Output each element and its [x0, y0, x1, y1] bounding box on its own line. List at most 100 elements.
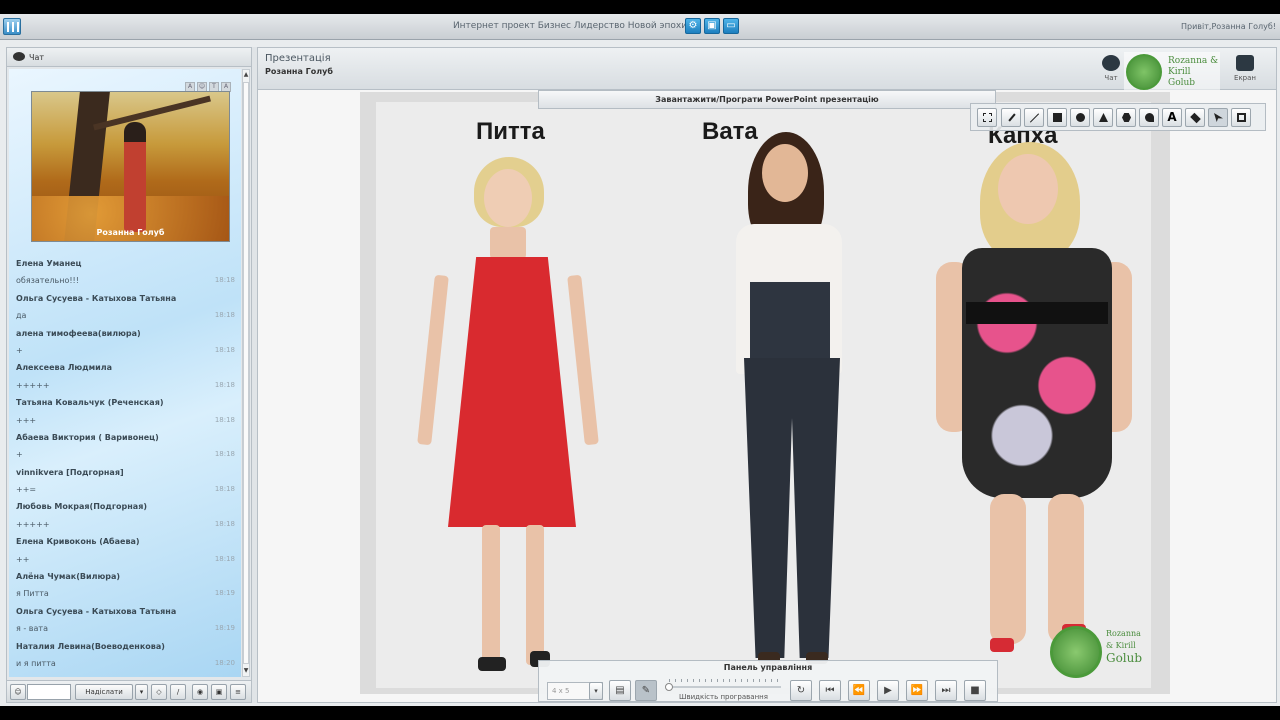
refresh-icon[interactable]: ↻ [790, 680, 812, 701]
pen-icon[interactable]: / [170, 684, 186, 700]
lock-chat-icon[interactable]: ▣ [211, 684, 227, 700]
chat-message-text: ++= [16, 485, 37, 495]
rewind-icon[interactable]: ⏪ [848, 680, 870, 701]
chat-message-author: Татьяна Ковальчук (Реченская) [16, 398, 164, 408]
chat-message-time: 18:18 [214, 311, 235, 320]
speed-slider-knob[interactable] [665, 683, 673, 691]
grid-dropdown-icon[interactable]: ▾ [589, 682, 603, 700]
brand-line2: Golub [1168, 78, 1196, 88]
brand-line1: Rozanna & Kirill [1168, 56, 1219, 77]
chat-title: Чат [29, 53, 45, 62]
chat-message: обязательно!!! 18:18 [9, 272, 241, 289]
presentation-title: Презентація [265, 53, 331, 64]
chat-message-author: Наталия Левина(Воеводенкова) [16, 641, 165, 651]
chat-message-time: 18:18 [214, 380, 235, 389]
chat-message-time: 18:18 [214, 345, 235, 354]
eraser-icon[interactable]: ◇ [151, 684, 167, 700]
chat-message: +18:18 [9, 446, 241, 463]
control-panel: Панель управління 4 x 5 ▾ ▤ ✎ Швидкість … [538, 660, 998, 702]
speed-slider[interactable] [667, 686, 781, 688]
slide-list-icon[interactable]: ▤ [609, 680, 631, 701]
vata-model-image [722, 132, 862, 688]
chat-message-author: Алексеева Людмила [16, 363, 113, 373]
chat-icon [1102, 55, 1120, 71]
chat-toggle[interactable]: Чат [1098, 55, 1124, 82]
chat-panel: Чат A ☺ T A Розанна Голуб Елена Уманец обяза… [6, 47, 252, 703]
last-slide-icon[interactable]: ⏭ [935, 680, 957, 701]
save-chat-icon[interactable]: ≡ [230, 684, 246, 700]
slide-content: Питта Вата Капха Rozanna & Kirill Golub [376, 102, 1151, 688]
send-dropdown-icon[interactable]: ▾ [135, 684, 148, 700]
chat-message-author: Елена Уманец [16, 259, 82, 268]
chat-message-author: Алёна Чумак(Вилюра) [16, 572, 121, 582]
record-icon[interactable]: ◉ [192, 684, 208, 700]
chat-bubble-icon [13, 52, 25, 61]
chat-message-text: +++++ [16, 380, 50, 390]
chat-message: и я питта 18:20 [9, 655, 241, 672]
chat-message-time: 18:19 [214, 624, 235, 633]
clear-board-icon[interactable] [1231, 108, 1251, 127]
chat-footer: ☺ Надіслати ▾ ◇ / ◉ ▣ ≡ [7, 680, 251, 702]
chat-message-text: +++ [16, 415, 37, 425]
pointer-icon[interactable] [1208, 108, 1228, 127]
eraser-tool-icon[interactable] [1185, 108, 1205, 127]
chat-message: +++++ 18:18 [9, 516, 241, 533]
chat-message: я Питта 18:19 [9, 585, 241, 602]
chat-scrollbar[interactable]: ▲ ▼ [242, 69, 250, 677]
first-slide-icon[interactable]: ⏮ [819, 680, 841, 701]
app-window: Интернет проект Бизнес Лидерство Новой э… [0, 14, 1280, 706]
chat-message-time: 18:18 [214, 276, 235, 285]
slide-label-pitta: Питта [476, 118, 545, 145]
chat-message-text: + [16, 345, 23, 355]
chat-body: A ☺ T A Розанна Голуб Елена Уманец обязатель… [9, 69, 241, 677]
scroll-down-icon[interactable]: ▼ [243, 667, 249, 675]
chat-message-author: Ольга Сусуева - Катыхова Татьяна [16, 606, 177, 616]
scroll-thumb[interactable] [243, 82, 249, 664]
emoticon-button[interactable]: ☺ [10, 684, 26, 700]
screen-toggle-label: Екран [1234, 74, 1256, 82]
presenter-video: Розанна Голуб [31, 91, 230, 242]
chat-message-text: + [16, 450, 23, 460]
chat-message-author: Абаева Виктория ( Варивонец) [16, 432, 159, 442]
control-panel-title: Панель управління [723, 663, 813, 672]
settings-icon[interactable]: ⚙ [685, 18, 701, 34]
chat-message-time: 18:18 [214, 450, 235, 459]
chat-message-author: алена тимофеева(вилюра) [16, 328, 141, 338]
fast-forward-icon[interactable]: ⏩ [906, 680, 928, 701]
chat-tools: A ☺ T A [183, 73, 231, 92]
drawing-toolbar: A [970, 103, 1266, 131]
arc-icon[interactable] [1139, 108, 1159, 127]
screen-toggle[interactable]: Екран [1232, 55, 1258, 82]
chat-input[interactable] [27, 684, 71, 700]
text-tool-icon[interactable]: A [1162, 108, 1182, 127]
chat-message: +++ 18:18 [9, 412, 241, 429]
video-caption: Розанна Голуб [96, 228, 165, 237]
stop-icon[interactable]: ■ [964, 680, 986, 701]
top-bar: Интернет проект Бизнес Лидерство Новой э… [0, 14, 1280, 40]
hexagon-icon[interactable] [1116, 108, 1136, 127]
pencil-icon[interactable] [1001, 108, 1021, 127]
send-button[interactable]: Надіслати [75, 684, 133, 700]
chat-message: +18:18 [9, 342, 241, 359]
scroll-up-icon[interactable]: ▲ [243, 71, 249, 79]
annotation-toggle-icon[interactable]: ✎ [635, 680, 657, 701]
chat-message-text: +++++ [16, 519, 50, 529]
app-title: Интернет проект Бизнес Лидерство Новой э… [452, 21, 688, 31]
lock-icon[interactable]: ▣ [704, 18, 720, 34]
upload-powerpoint-button[interactable]: Завантажити/Програти PowerPoint презента… [538, 90, 996, 109]
select-area-icon[interactable] [977, 108, 997, 127]
chat-message-author: Любовь Мокрая(Подгорная) [16, 502, 147, 512]
circle-icon[interactable] [1070, 108, 1090, 127]
chat-message-time: 18:18 [214, 519, 235, 528]
chat-message-time: 18:18 [214, 554, 235, 563]
play-icon[interactable]: ▶ [877, 680, 899, 701]
window-icon[interactable]: ▭ [723, 18, 739, 34]
triangle-icon[interactable] [1093, 108, 1113, 127]
slide-stage: Питта Вата Капха Rozanna & Kirill Golub … [258, 90, 1276, 702]
presenter-name: Розанна Голуб [265, 67, 333, 76]
chat-toggle-label: Чат [1104, 74, 1118, 82]
slide: Питта Вата Капха Rozanna & Kirill Golub [360, 92, 1170, 694]
rectangle-icon[interactable] [1047, 108, 1067, 127]
line-icon[interactable] [1024, 108, 1044, 127]
presentation-panel: Презентація Розанна Голуб Чат Rozanna & … [257, 47, 1277, 703]
